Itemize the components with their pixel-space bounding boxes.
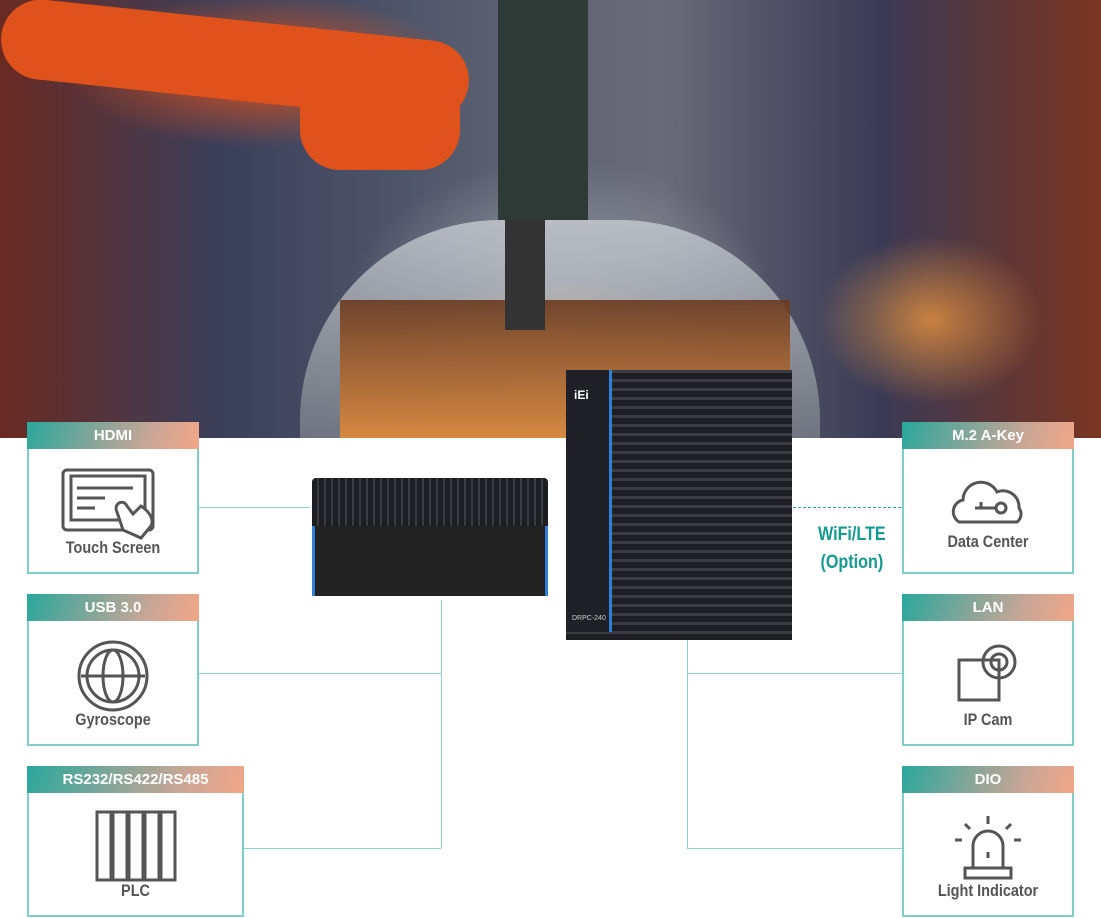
cloud-key-icon [951, 480, 1023, 524]
device-horizontal [312, 478, 548, 596]
connector-line [687, 640, 688, 848]
hdmi-box: HDMI Touch Screen [27, 422, 199, 574]
m2-box: M.2 A-Key Data Center [902, 422, 1074, 574]
box-header: M.2 A-Key [902, 422, 1074, 449]
device-model: DRPC-240 [572, 615, 606, 622]
connector-line [198, 507, 310, 508]
touch-screen-icon [61, 468, 155, 540]
option-label: (Option) [820, 552, 884, 573]
gyroscope-icon [77, 640, 149, 712]
box-label: Light Indicator [937, 881, 1039, 900]
usb-box: USB 3.0 Gyroscope [27, 594, 199, 746]
dio-box: DIO Light Indicator [902, 766, 1074, 917]
serial-box: RS232/RS422/RS485 PLC [27, 766, 244, 917]
box-header: HDMI [27, 422, 199, 449]
brand-logo: iEi [574, 388, 589, 402]
box-label: Touch Screen [65, 538, 161, 557]
wifi-lte-option-label: WiFi/LTE (Option) [818, 521, 886, 577]
connector-line [687, 848, 902, 849]
connector-line [441, 600, 442, 848]
box-label: Gyroscope [75, 710, 151, 729]
wifi-label: WiFi/LTE [817, 524, 886, 545]
plc-icon [95, 810, 176, 882]
box-header: RS232/RS422/RS485 [27, 766, 244, 793]
connector-line [198, 673, 441, 674]
wifi-dashed-line [793, 507, 901, 508]
box-header: LAN [902, 594, 1074, 621]
box-label: Data Center [947, 532, 1029, 551]
lan-box: LAN IP Cam [902, 594, 1074, 746]
box-header: DIO [902, 766, 1074, 793]
ip-camera-icon [957, 644, 1017, 702]
factory-robot-welding-photo [0, 0, 1101, 438]
device-vertical: iEi DRPC-240 [566, 370, 792, 640]
connector-line [243, 848, 441, 849]
box-label: PLC [121, 881, 150, 900]
warning-light-icon [955, 816, 1021, 880]
connector-line [687, 673, 902, 674]
box-label: IP Cam [963, 710, 1013, 729]
box-header: USB 3.0 [27, 594, 199, 621]
